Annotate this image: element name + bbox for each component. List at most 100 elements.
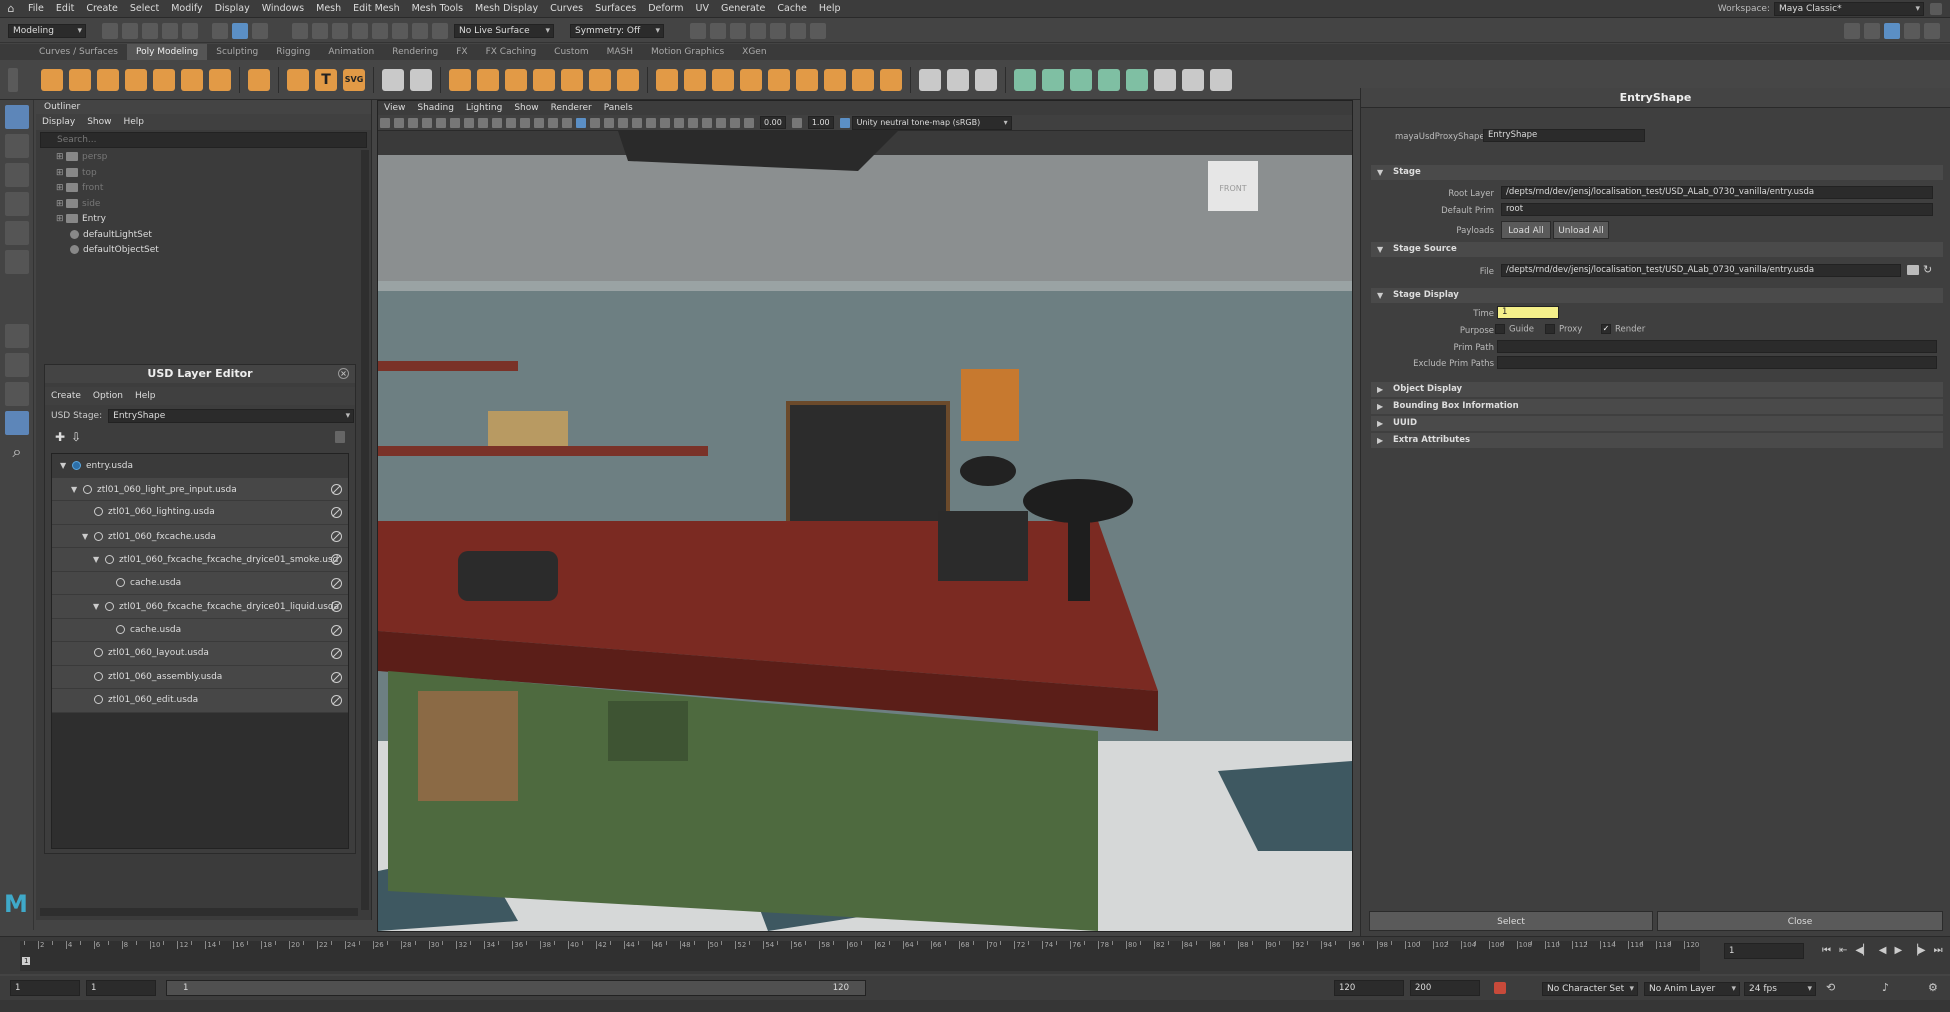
default-prim-field[interactable]: root	[1501, 203, 1933, 216]
sew-uv-icon[interactable]	[1210, 68, 1232, 91]
current-frame-marker[interactable]: 1	[22, 957, 31, 965]
step-back-icon[interactable]: ◀▏	[1855, 945, 1870, 956]
snap-point-icon[interactable]	[332, 22, 348, 39]
viewport-menu-view[interactable]: View	[378, 101, 411, 115]
motion-blur-icon[interactable]	[660, 117, 670, 128]
lights-icon[interactable]	[618, 117, 628, 128]
outliner-search-input[interactable]: Search...	[40, 132, 367, 148]
viewport-menu-panels[interactable]: Panels	[598, 101, 639, 115]
viewport-menu-renderer[interactable]: Renderer	[545, 101, 598, 115]
layer-row[interactable]: cache.usda	[52, 571, 348, 595]
exclude-prim-paths-field[interactable]	[1497, 356, 1937, 369]
time-slider[interactable]: 2 4 6 8 10 12 14 16 18 20 22 24 26 28 30 32 34 36 38 40 42 44…	[0, 936, 1950, 974]
menu-cache[interactable]: Cache	[771, 0, 813, 18]
shelf-tab-rigging[interactable]: Rigging	[267, 44, 319, 60]
loop-icon[interactable]: ⟲	[1826, 981, 1835, 994]
section-uuid[interactable]: ▶ UUID	[1371, 416, 1943, 431]
layer-row[interactable]: ztl01_060_layout.usda	[52, 642, 348, 666]
outliner-item[interactable]: defaultLightSet	[36, 228, 371, 244]
snap-grid-icon[interactable]	[292, 22, 308, 39]
collapse-arrow-icon[interactable]: ▼	[93, 548, 105, 572]
current-frame-field[interactable]: 1	[1724, 943, 1804, 959]
shelf-tab-curves-surfaces[interactable]: Curves / Surfaces	[30, 44, 127, 60]
stage-source-section-header[interactable]: ▼ Stage Source	[1371, 242, 1943, 257]
select-button[interactable]: Select	[1369, 911, 1653, 931]
select-object-icon[interactable]	[232, 22, 248, 39]
poly-plane-icon[interactable]	[181, 68, 203, 91]
checker-icon[interactable]	[1154, 68, 1176, 91]
grease-pencil-icon[interactable]	[450, 117, 460, 128]
mute-layer-icon[interactable]	[331, 624, 342, 636]
snap-projected-icon[interactable]	[352, 22, 368, 39]
layout-single-icon[interactable]	[1844, 23, 1860, 39]
menu-curves[interactable]: Curves	[544, 0, 589, 18]
gamma-icon[interactable]	[791, 117, 802, 128]
layer-row[interactable]: ztl01_060_assembly.usda	[52, 665, 348, 689]
xray-joints-icon[interactable]	[730, 117, 740, 128]
smooth-icon[interactable]	[505, 68, 527, 91]
shelf-tab-motion-graphics[interactable]: Motion Graphics	[642, 44, 733, 60]
lock-icon[interactable]	[1930, 3, 1942, 15]
load-layer-icon[interactable]: ⇩	[71, 430, 81, 444]
view-transform-dropdown[interactable]: Unity neutral tone-map (sRGB)	[851, 115, 1012, 130]
root-layer-field[interactable]: /depts/rnd/dev/jensj/localisation_test/U…	[1501, 186, 1933, 199]
persp-outliner-icon[interactable]	[5, 382, 29, 406]
trash-icon[interactable]	[335, 431, 345, 443]
prim-path-field[interactable]	[1497, 340, 1937, 353]
time-ruler[interactable]: 2 4 6 8 10 12 14 16 18 20 22 24 26 28 30 32 34 36 38 40 42 44…	[20, 941, 1700, 971]
outliner-hscrollbar[interactable]	[40, 908, 358, 916]
layer-row[interactable]: ▼ ztl01_060_fxcache.usda	[52, 524, 348, 548]
snap-surface-icon[interactable]	[392, 22, 408, 39]
animation-end-field[interactable]: 200	[1410, 980, 1480, 996]
image-plane-icon[interactable]	[422, 117, 432, 128]
play-back-icon[interactable]: ◀	[1879, 945, 1887, 956]
shelf-tab-animation[interactable]: Animation	[319, 44, 383, 60]
reload-icon[interactable]: ↻	[1923, 263, 1932, 276]
snap-view-icon[interactable]	[372, 22, 388, 39]
camera-attributes-icon[interactable]	[394, 117, 404, 128]
menu-surfaces[interactable]: Surfaces	[589, 0, 642, 18]
folder-icon[interactable]	[1907, 265, 1919, 275]
connect-icon[interactable]	[796, 68, 818, 91]
four-view-icon[interactable]	[5, 353, 29, 377]
snap-curve-icon[interactable]	[312, 22, 328, 39]
svg-icon[interactable]: SVG	[343, 68, 365, 91]
lasso-tool-icon[interactable]	[5, 134, 29, 158]
shelf-tab-mash[interactable]: MASH	[598, 44, 642, 60]
multi-cut-icon[interactable]	[740, 68, 762, 91]
mute-layer-icon[interactable]	[331, 695, 342, 706]
expand-icon[interactable]: ⊞	[56, 197, 66, 213]
play-forward-icon[interactable]: ▶	[1894, 945, 1902, 956]
section-bounding-box-information[interactable]: ▶ Bounding Box Information	[1371, 399, 1943, 414]
workspace-dropdown[interactable]: Maya Classic*	[1774, 2, 1924, 16]
spherical-map-icon[interactable]	[1070, 68, 1092, 91]
outliner-menu-help[interactable]: Help	[117, 114, 150, 130]
load-all-button[interactable]: Load All	[1501, 221, 1551, 239]
film-gate-icon[interactable]	[478, 117, 488, 128]
fps-dropdown[interactable]: 24 fps	[1744, 982, 1816, 996]
move-tool-icon[interactable]	[5, 192, 29, 216]
gate-mask-icon[interactable]	[506, 117, 516, 128]
expand-icon[interactable]: ⊞	[56, 212, 66, 228]
unfold-icon[interactable]	[1126, 68, 1148, 91]
mute-layer-icon[interactable]	[331, 601, 342, 612]
append-icon[interactable]	[684, 68, 706, 91]
layer-row[interactable]: ▼ ztl01_060_fxcache_fxcache_dryice01_liqu…	[52, 595, 348, 619]
paint-select-icon[interactable]	[5, 163, 29, 187]
outliner-menu-show[interactable]: Show	[81, 114, 117, 130]
render-sequence-icon[interactable]	[710, 22, 726, 39]
mute-layer-icon[interactable]	[331, 530, 342, 542]
insert-edge-loop-icon[interactable]	[852, 68, 874, 91]
menu-mesh-tools[interactable]: Mesh Tools	[406, 0, 469, 18]
step-back-key-icon[interactable]: ⇤	[1839, 945, 1847, 956]
separate-icon[interactable]	[477, 68, 499, 91]
target-weld-icon[interactable]	[768, 68, 790, 91]
collapse-arrow-icon[interactable]: ▼	[60, 454, 72, 478]
outliner-item[interactable]: ⊞ persp	[36, 150, 371, 166]
rotate-tool-icon[interactable]	[5, 221, 29, 245]
menu-create[interactable]: Create	[80, 0, 124, 18]
mute-layer-icon[interactable]	[331, 671, 342, 683]
cut-uv-icon[interactable]	[1182, 68, 1204, 91]
menu-generate[interactable]: Generate	[715, 0, 771, 18]
menu-select[interactable]: Select	[124, 0, 165, 18]
